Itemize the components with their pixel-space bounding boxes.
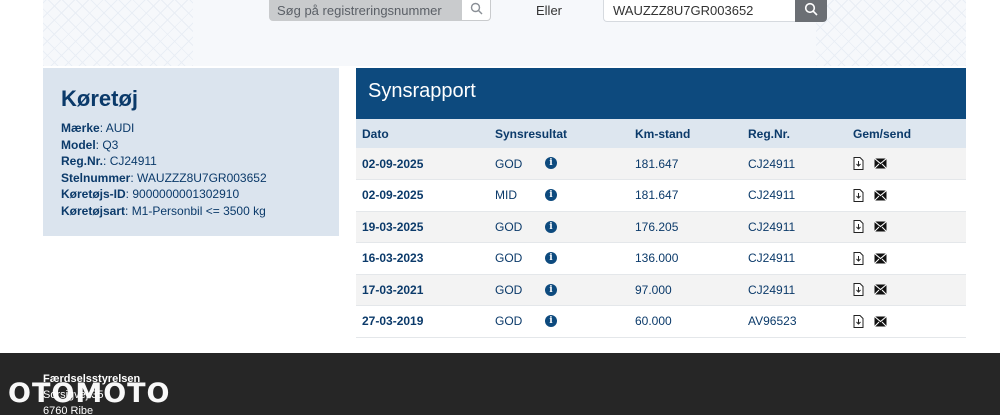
row-km: 176.205: [635, 219, 679, 234]
info-icon[interactable]: i: [545, 220, 557, 233]
row-date: 19-03-2025: [362, 219, 424, 234]
table-row: 17-03-2021 GOD i 97.000 CJ24911: [356, 274, 966, 306]
inspection-report: Synsrapport Dato Synsresultat Km-stand R…: [356, 68, 966, 338]
vehicle-field-model: Model: Q3: [61, 137, 119, 152]
row-result: GOD i: [489, 148, 629, 180]
table-row: 16-03-2023 GOD i 136.000 CJ24911: [356, 242, 966, 275]
vehicle-field-make: Mærke: AUDI: [61, 121, 135, 135]
row-date: 16-03-2023: [362, 251, 424, 266]
row-actions: [847, 306, 966, 338]
row-result: MID i: [489, 180, 629, 212]
row-actions: [847, 211, 966, 243]
row-result-value: GOD: [495, 282, 523, 297]
row-reg: CJ24911: [748, 219, 796, 234]
col-reg: Reg.Nr.: [748, 126, 791, 141]
row-date: 02-09-2025: [362, 188, 424, 203]
row-date: 02-09-2025: [362, 156, 424, 171]
row-reg: AV96523: [748, 314, 797, 329]
send-email-icon[interactable]: [874, 189, 887, 201]
download-pdf-icon[interactable]: [853, 314, 864, 328]
vehicle-title: Køretøj: [61, 86, 138, 111]
row-result: GOD i: [489, 211, 629, 243]
search-strip: Søg på registreringsnummer Eller WAUZZZ8…: [43, 0, 966, 66]
row-result-value: GOD: [495, 219, 523, 234]
table-header-row: Dato Synsresultat Km-stand Reg.Nr. Gem/s…: [356, 119, 966, 148]
download-pdf-icon[interactable]: [853, 157, 864, 170]
vehicle-field-type: Køretøjsart: M1-Personbil <= 3500 kg: [61, 203, 266, 218]
col-date: Dato: [362, 126, 389, 141]
search-icon: [470, 2, 482, 15]
reg-search-button[interactable]: [461, 0, 491, 21]
col-save-send: Gem/send: [853, 126, 912, 141]
search-icon: [804, 2, 818, 16]
send-email-icon[interactable]: [874, 252, 887, 264]
download-pdf-icon[interactable]: [853, 188, 864, 202]
vin-search-input[interactable]: WAUZZZ8U7GR003652: [603, 0, 795, 22]
vehicle-field-vin: Stelnummer: WAUZZZ8U7GR003652: [61, 170, 267, 185]
row-reg: CJ24911: [748, 282, 796, 297]
row-km: 181.647: [635, 156, 679, 171]
row-actions: [847, 274, 966, 306]
page: Søg på registreringsnummer Eller WAUZZZ8…: [0, 0, 1000, 415]
send-email-icon[interactable]: [874, 284, 887, 296]
reg-search: Søg på registreringsnummer: [269, 0, 491, 21]
vehicle-field-reg: Reg.Nr.: CJ24911: [61, 154, 157, 169]
watermark-logo: OTOMOTO: [8, 378, 171, 409]
row-km: 97.000: [635, 282, 672, 297]
row-result: GOD i: [489, 306, 629, 338]
send-email-icon[interactable]: [874, 158, 887, 169]
decorative-pattern-right: [816, 0, 966, 66]
download-pdf-icon[interactable]: [853, 220, 864, 234]
info-icon[interactable]: i: [545, 315, 557, 327]
reg-search-input[interactable]: Søg på registreringsnummer: [269, 0, 461, 21]
row-result-value: GOD: [495, 251, 523, 266]
row-reg: CJ24911: [748, 188, 796, 203]
download-pdf-icon[interactable]: [853, 251, 864, 265]
row-result: GOD i: [489, 274, 629, 306]
row-km: 136.000: [635, 251, 679, 266]
download-pdf-icon[interactable]: [853, 283, 864, 297]
table-row: 27-03-2019 GOD i 60.000 AV96523: [356, 305, 966, 338]
row-actions: [847, 148, 966, 180]
row-result-value: MID: [495, 188, 517, 203]
send-email-icon[interactable]: [874, 221, 887, 233]
table-row: 02-09-2025 MID i 181.647 CJ24911: [356, 179, 966, 212]
report-title: Synsrapport: [368, 80, 476, 102]
table-row: 19-03-2025 GOD i 176.205 CJ24911: [356, 211, 966, 243]
vehicle-field-id: Køretøjs-ID: 9000000001302910: [61, 187, 240, 202]
decorative-pattern-left: [43, 0, 193, 66]
row-actions: [847, 180, 966, 212]
row-result: GOD i: [489, 243, 629, 275]
row-reg: CJ24911: [748, 251, 796, 266]
row-km: 181.647: [635, 188, 679, 203]
report-table: Dato Synsresultat Km-stand Reg.Nr. Gem/s…: [356, 119, 966, 338]
send-email-icon[interactable]: [874, 315, 887, 327]
vin-search-button[interactable]: [795, 0, 827, 22]
info-icon[interactable]: i: [545, 252, 557, 264]
or-label: Eller: [536, 3, 563, 18]
col-km: Km-stand: [635, 126, 691, 141]
info-icon[interactable]: i: [545, 157, 557, 169]
row-date: 17-03-2021: [362, 282, 424, 297]
row-result-value: GOD: [495, 156, 523, 171]
report-header: Synsrapport: [356, 68, 966, 119]
col-result: Synsresultat: [495, 126, 568, 141]
row-result-value: GOD: [495, 314, 523, 329]
vin-search: WAUZZZ8U7GR003652: [603, 0, 827, 22]
row-date: 27-03-2019: [362, 314, 424, 329]
info-icon[interactable]: i: [545, 189, 557, 201]
table-row: 02-09-2025 GOD i 181.647 CJ24911: [356, 148, 966, 180]
row-actions: [847, 243, 966, 275]
row-km: 60.000: [635, 314, 672, 329]
row-reg: CJ24911: [748, 156, 796, 171]
info-icon[interactable]: i: [545, 283, 557, 296]
vehicle-card: Køretøj Mærke: AUDI Model: Q3 Reg.Nr.: C…: [43, 68, 339, 236]
